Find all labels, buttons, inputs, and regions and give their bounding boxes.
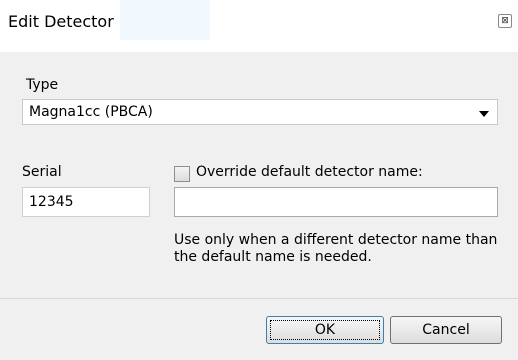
ok-button[interactable]: OK <box>266 316 384 344</box>
type-dropdown[interactable]: Magna1cc (PBCA) <box>22 99 498 125</box>
dialog-title: Edit Detector <box>8 12 114 31</box>
type-label: Type <box>26 77 59 93</box>
close-icon[interactable]: ⊠ <box>498 14 512 28</box>
ok-button-label: OK <box>314 322 336 338</box>
serial-input[interactable]: 12345 <box>22 187 150 217</box>
override-name-label[interactable]: Override default detector name: <box>196 164 423 180</box>
serial-value: 12345 <box>29 194 74 210</box>
cancel-button[interactable]: Cancel <box>390 316 502 344</box>
override-name-checkbox[interactable] <box>174 166 190 182</box>
serial-label: Serial <box>22 164 62 180</box>
type-selected-value: Magna1cc (PBCA) <box>29 104 153 120</box>
dialog-body: Type Magna1cc (PBCA) Serial 12345 Overri… <box>0 52 518 360</box>
override-hint-text: Use only when a different detector name … <box>174 232 498 265</box>
edit-detector-dialog: Edit Detector ⊠ Type Magna1cc (PBCA) Ser… <box>0 0 518 360</box>
title-bar: Edit Detector ⊠ <box>0 0 518 52</box>
detector-name-input[interactable] <box>174 187 498 217</box>
dropdown-arrow-icon[interactable] <box>479 111 489 117</box>
cancel-button-label: Cancel <box>422 322 470 338</box>
title-bar-highlight <box>120 0 210 40</box>
button-area-divider <box>0 298 518 299</box>
